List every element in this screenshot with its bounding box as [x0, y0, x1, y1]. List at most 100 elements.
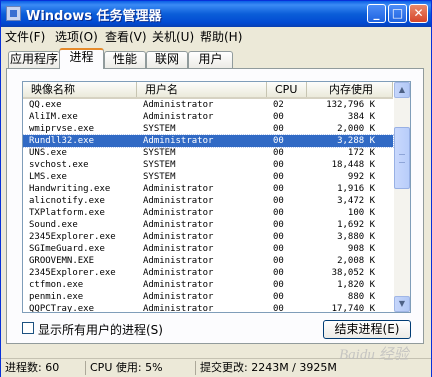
process-memory: 3,288 K	[337, 136, 375, 146]
process-list[interactable]: 映像名称 用户名 CPU 内存使用 QQ.exe Administrator 02 1…	[22, 81, 411, 313]
column-user-name[interactable]: 用户名	[137, 82, 267, 97]
tab-performance[interactable]: 性能	[104, 51, 146, 68]
process-user: Administrator	[143, 232, 214, 242]
column-cpu[interactable]: CPU	[267, 82, 307, 97]
table-row[interactable]: svchost.exe SYSTEM 00 18,448 K	[23, 159, 393, 171]
menu-bar: 文件(F) 选项(O) 查看(V) 关机(U) 帮助(H)	[1, 27, 431, 46]
table-row[interactable]: Rundll32.exe Administrator 00 3,288 K	[23, 134, 394, 148]
table-row[interactable]: QQ.exe Administrator 02 132,796 K	[23, 99, 393, 111]
end-process-button[interactable]: 结束进程(E)	[323, 320, 411, 339]
process-cpu: 00	[273, 256, 284, 266]
process-memory: 17,740 K	[331, 304, 375, 313]
process-cpu: 00	[273, 148, 284, 158]
table-row[interactable]: LMS.exe SYSTEM 00 992 K	[23, 171, 393, 183]
table-row[interactable]: wmiprvse.exe SYSTEM 00 2,000 K	[23, 123, 393, 135]
table-row[interactable]: 2345Explorer.exe Administrator 00 38,052 K	[23, 267, 393, 279]
table-row[interactable]: alicnotify.exe Administrator 00 3,472 K	[23, 195, 393, 207]
process-cpu: 00	[273, 280, 284, 290]
tab-applications[interactable]: 应用程序	[8, 51, 60, 68]
menu-view[interactable]: 查看(V)	[105, 28, 147, 45]
process-memory: 3,472 K	[337, 196, 375, 206]
table-row[interactable]: AliIM.exe Administrator 00 384 K	[23, 111, 393, 123]
watermark: Baidu 经验	[339, 347, 409, 363]
process-name: QQ.exe	[29, 100, 62, 110]
show-all-users-label[interactable]: 显示所有用户的进程(S)	[38, 321, 163, 338]
table-row[interactable]: Handwriting.exe Administrator 00 1,916 K	[23, 183, 393, 195]
process-memory: 908 K	[347, 244, 375, 254]
table-row[interactable]: Sound.exe Administrator 00 1,692 K	[23, 219, 393, 231]
scroll-thumb[interactable]	[394, 127, 410, 189]
list-header: 映像名称 用户名 CPU 内存使用	[23, 82, 393, 99]
minimize-button[interactable]: _	[367, 4, 386, 23]
table-row[interactable]: GROOVEMN.EXE Administrator 00 2,008 K	[23, 255, 393, 267]
process-name: QQPCTray.exe	[29, 304, 95, 313]
title-bar[interactable]: Windows 任务管理器 _ □ ✕	[1, 1, 431, 27]
process-cpu: 00	[273, 112, 284, 122]
process-cpu: 00	[273, 304, 284, 313]
process-name: svchost.exe	[29, 160, 89, 170]
vertical-scrollbar[interactable]: ▲ ▼	[394, 82, 410, 312]
table-row[interactable]: UNS.exe SYSTEM 00 172 K	[23, 147, 393, 159]
menu-help[interactable]: 帮助(H)	[200, 28, 242, 45]
process-cpu: 00	[273, 268, 284, 278]
process-user: Administrator	[143, 268, 214, 278]
process-user: Administrator	[143, 256, 214, 266]
menu-shutdown[interactable]: 关机(U)	[152, 28, 194, 45]
process-name: ctfmon.exe	[29, 280, 84, 290]
process-cpu: 00	[273, 292, 284, 302]
status-process-count: 进程数: 60	[5, 361, 60, 374]
process-user: SYSTEM	[143, 172, 176, 182]
process-cpu: 02	[273, 100, 284, 110]
process-memory: 18,448 K	[331, 160, 375, 170]
table-row[interactable]: SGImeGuard.exe Administrator 00 908 K	[23, 243, 393, 255]
process-cpu: 00	[273, 160, 284, 170]
process-cpu: 00	[273, 184, 284, 194]
process-cpu: 00	[273, 208, 284, 218]
process-user: Administrator	[143, 184, 214, 194]
process-name: wmiprvse.exe	[29, 124, 95, 134]
process-name: alicnotify.exe	[29, 196, 105, 206]
close-button[interactable]: ✕	[409, 4, 428, 23]
process-cpu: 00	[273, 244, 284, 254]
process-memory: 384 K	[347, 112, 375, 122]
process-name: Handwriting.exe	[29, 184, 111, 194]
task-manager-window: Windows 任务管理器 _ □ ✕ 文件(F) 选项(O) 查看(V) 关机…	[0, 0, 432, 377]
process-cpu: 00	[273, 136, 284, 146]
process-name: penmin.exe	[29, 292, 84, 302]
process-name: Sound.exe	[29, 220, 78, 230]
process-cpu: 00	[273, 196, 284, 206]
process-cpu: 00	[273, 220, 284, 230]
tab-users[interactable]: 用户	[188, 51, 233, 68]
maximize-button[interactable]: □	[388, 4, 407, 23]
process-name: SGImeGuard.exe	[29, 244, 105, 254]
process-user: SYSTEM	[143, 148, 176, 158]
column-memory[interactable]: 内存使用	[307, 82, 393, 97]
process-user: Administrator	[143, 292, 214, 302]
table-row[interactable]: ctfmon.exe Administrator 00 1,820 K	[23, 279, 393, 291]
process-user: Administrator	[143, 100, 214, 110]
process-memory: 132,796 K	[326, 100, 375, 110]
table-row[interactable]: penmin.exe Administrator 00 880 K	[23, 291, 393, 303]
process-memory: 1,820 K	[337, 280, 375, 290]
process-name: TXPlatform.exe	[29, 208, 105, 218]
process-memory: 992 K	[347, 172, 375, 182]
show-all-users-checkbox[interactable]	[22, 322, 34, 334]
process-name: 2345Explorer.exe	[29, 232, 116, 242]
process-name: AliIM.exe	[29, 112, 78, 122]
table-row[interactable]: 2345Explorer.exe Administrator 00 3,880 K	[23, 231, 393, 243]
tab-networking[interactable]: 联网	[146, 51, 188, 68]
process-user: Administrator	[143, 196, 214, 206]
table-row[interactable]: TXPlatform.exe Administrator 00 100 K	[23, 207, 393, 219]
tab-processes[interactable]: 进程	[59, 48, 104, 69]
process-memory: 1,692 K	[337, 220, 375, 230]
column-image-name[interactable]: 映像名称	[23, 82, 137, 97]
process-rows: QQ.exe Administrator 02 132,796 K AliIM.exe A…	[23, 99, 394, 313]
menu-file[interactable]: 文件(F)	[5, 28, 45, 45]
scroll-up-button[interactable]: ▲	[394, 82, 410, 98]
process-memory: 3,880 K	[337, 232, 375, 242]
process-name: LMS.exe	[29, 172, 67, 182]
process-user: SYSTEM	[143, 160, 176, 170]
scroll-down-button[interactable]: ▼	[394, 296, 410, 312]
table-row[interactable]: QQPCTray.exe Administrator 00 17,740 K	[23, 303, 393, 313]
menu-options[interactable]: 选项(O)	[55, 28, 98, 45]
